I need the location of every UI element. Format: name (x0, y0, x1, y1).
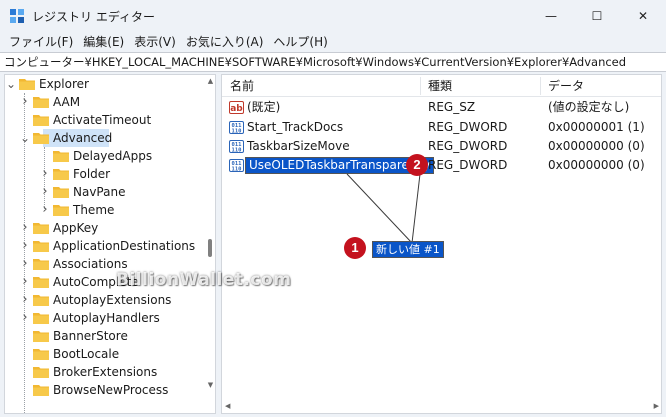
tree-item-activatetimeout[interactable]: ActivateTimeout (5, 111, 205, 129)
tree-item-label: BrokerExtensions (53, 365, 158, 379)
tree-item-label: AutoplayExtensions (53, 293, 172, 307)
tree-item-label: Theme (73, 203, 115, 217)
tree-item-theme[interactable]: › Theme (5, 201, 205, 219)
tree-item-autoplayhandlers[interactable]: › AutoplayHandlers (5, 309, 205, 327)
folder-icon (19, 79, 35, 90)
list-hscrollbar[interactable]: ◀ ▶ (222, 401, 661, 413)
window-title: レジストリ エディター (32, 10, 155, 24)
chevron-right-icon[interactable]: › (19, 273, 31, 291)
menu-edit[interactable]: 編集(E) (78, 32, 129, 52)
folder-icon (33, 133, 49, 144)
maximize-icon: ☐ (591, 9, 603, 23)
tree-item-label: Folder (73, 167, 111, 181)
tree-item-autoplayextensions[interactable]: › AutoplayExtensions (5, 291, 205, 309)
watermark: BillionWallet.com (116, 270, 292, 290)
folder-icon (33, 295, 49, 306)
tree-item-browsenewprocess[interactable]: BrowseNewProcess (5, 381, 205, 399)
close-icon: ✕ (637, 9, 649, 23)
folder-icon (33, 313, 49, 324)
chevron-right-icon[interactable]: › (19, 255, 31, 273)
tree-item-brokerextensions[interactable]: BrokerExtensions (5, 363, 205, 381)
tree-item-explorer[interactable]: ⌄ Explorer (5, 75, 205, 93)
tree-item-aam[interactable]: › AAM (5, 93, 205, 111)
folder-icon (53, 187, 69, 198)
folder-icon (33, 331, 49, 342)
folder-icon (53, 169, 69, 180)
scroll-down-icon[interactable]: ▼ (206, 381, 215, 390)
chevron-right-icon[interactable]: › (19, 309, 31, 327)
folder-icon (33, 259, 49, 270)
scroll-left-icon[interactable]: ◀ (225, 402, 230, 410)
minimize-icon: — (545, 9, 557, 23)
tree-item-navpane[interactable]: › NavPane (5, 183, 205, 201)
title-bar[interactable]: レジストリ エディター — ☐ ✕ (0, 0, 666, 32)
chevron-down-icon[interactable]: ⌄ (19, 129, 31, 147)
folder-icon (33, 277, 49, 288)
tree-item-label: BrowseNewProcess (53, 383, 169, 397)
tree-item-label: Explorer (39, 77, 89, 91)
chevron-right-icon[interactable]: › (19, 93, 31, 111)
registry-editor-window: レジストリ エディター — ☐ ✕ ファイル(F) 編集(E) 表示(V) お気… (0, 0, 666, 417)
folder-icon (33, 241, 49, 252)
tree-item-label: AppKey (53, 221, 99, 235)
tree-item-applicationdestinations[interactable]: › ApplicationDestinations (5, 237, 205, 255)
close-button[interactable]: ✕ (620, 0, 666, 32)
tree-item-label: ApplicationDestinations (53, 239, 196, 253)
tree-item-label: ActivateTimeout (53, 113, 152, 127)
menu-help[interactable]: ヘルプ(H) (268, 32, 332, 52)
tree-item-label: Advanced (53, 131, 113, 145)
step-badge-1: 1 (344, 237, 366, 259)
tree-item-bootlocale[interactable]: BootLocale (5, 345, 205, 363)
folder-icon (33, 385, 49, 396)
tree-item-bannerstore[interactable]: BannerStore (5, 327, 205, 345)
folder-icon (33, 115, 49, 126)
scroll-up-icon[interactable]: ▲ (206, 77, 215, 86)
chevron-right-icon[interactable]: › (19, 291, 31, 309)
tree-item-delayedapps[interactable]: DelayedApps (5, 147, 205, 165)
tree-item-label: BootLocale (53, 347, 120, 361)
scroll-right-icon[interactable]: ▶ (654, 402, 659, 410)
folder-icon (33, 367, 49, 378)
chevron-right-icon[interactable]: › (19, 237, 31, 255)
new-value-callout: 新しい値 #1 (372, 241, 444, 258)
tree-item-appkey[interactable]: › AppKey (5, 219, 205, 237)
key-tree-panel: ⌄ Explorer › AAM ActivateTimeout ⌄ Advanced Del… (4, 74, 216, 414)
chevron-right-icon[interactable]: › (39, 183, 51, 201)
address-bar[interactable]: コンピューター¥HKEY_LOCAL_MACHINE¥SOFTWARE¥Micr… (0, 52, 666, 72)
chevron-right-icon[interactable]: › (39, 201, 51, 219)
tree-item-label: AutoplayHandlers (53, 311, 160, 325)
menu-view[interactable]: 表示(V) (129, 32, 181, 52)
step-badge-2: 2 (406, 154, 428, 176)
registry-editor-icon (10, 9, 24, 23)
tree-scrollbar[interactable]: ▲ ▼ (205, 75, 215, 413)
scroll-thumb[interactable] (208, 239, 212, 257)
folder-icon (33, 97, 49, 108)
chevron-right-icon[interactable]: › (39, 165, 51, 183)
folder-icon (33, 349, 49, 360)
tree-item-advanced[interactable]: ⌄ Advanced (20, 129, 113, 147)
values-list-panel: 名前 種類 データ ab (既定) REG_SZ (値の設定なし) 011 11… (221, 74, 662, 414)
folder-icon (53, 205, 69, 216)
tree-item-folder[interactable]: › Folder (5, 165, 205, 183)
menu-favorites[interactable]: お気に入り(A) (181, 32, 269, 52)
maximize-button[interactable]: ☐ (574, 0, 620, 32)
tree-item-label: DelayedApps (73, 149, 153, 163)
menu-file[interactable]: ファイル(F) (4, 32, 78, 52)
minimize-button[interactable]: — (528, 0, 574, 32)
chevron-right-icon[interactable]: › (19, 219, 31, 237)
tree-item-label: BannerStore (53, 329, 128, 343)
folder-icon (53, 151, 69, 162)
tree-item-label: NavPane (73, 185, 126, 199)
tree-item-label: AAM (53, 95, 81, 109)
folder-icon (33, 223, 49, 234)
chevron-down-icon[interactable]: ⌄ (5, 75, 17, 93)
menu-bar: ファイル(F) 編集(E) 表示(V) お気に入り(A) ヘルプ(H) (0, 32, 666, 52)
